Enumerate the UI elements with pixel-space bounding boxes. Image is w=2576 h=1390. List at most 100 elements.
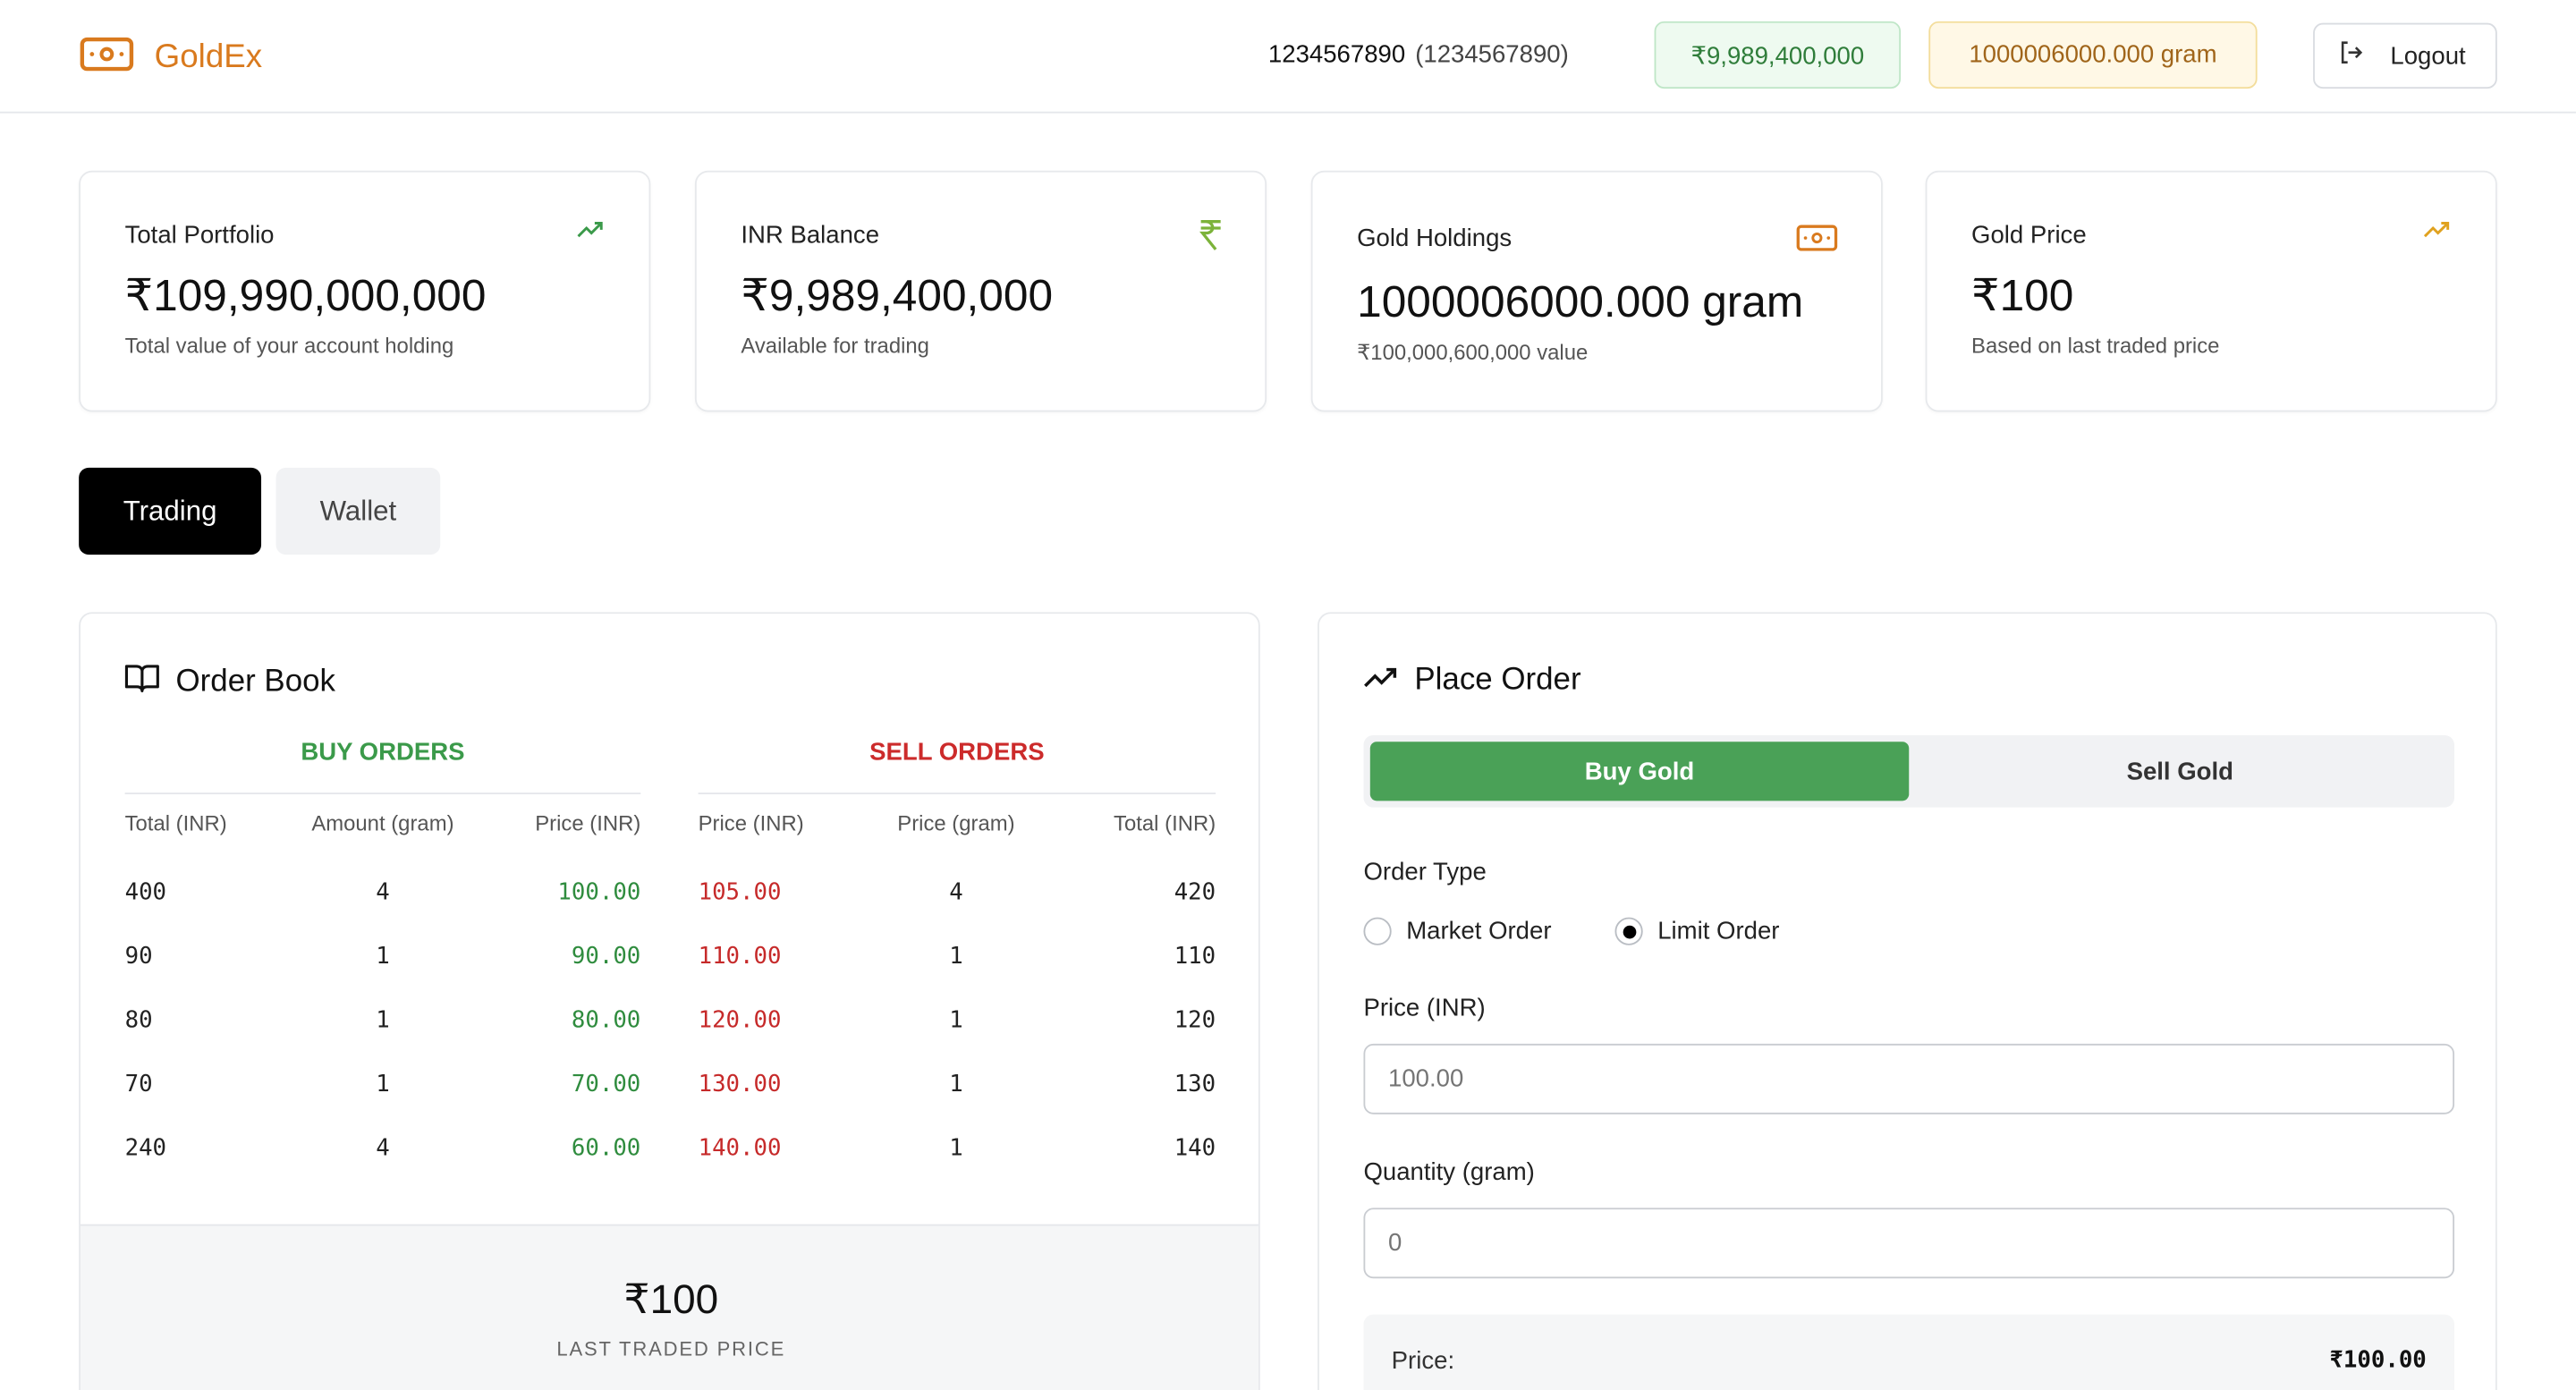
- radio-circle-selected: [1614, 917, 1643, 945]
- buy-amount: 1: [376, 943, 390, 970]
- buy-price: 70.00: [571, 1072, 641, 1098]
- quantity-label: Quantity (gram): [1363, 1158, 1535, 1187]
- price-input[interactable]: [1363, 1043, 2455, 1115]
- column-header: Price (gram): [897, 810, 1015, 835]
- sell-gold-button[interactable]: Sell Gold: [1912, 742, 2448, 801]
- buy-amount: 1: [376, 1007, 390, 1034]
- rupee-icon: [1199, 218, 1223, 259]
- sell-orders-heading: SELL ORDERS: [869, 738, 1045, 767]
- trending-up-icon: [577, 218, 606, 250]
- sell-price: 140.00: [698, 1135, 782, 1162]
- buy-price: 60.00: [571, 1135, 641, 1162]
- place-order-panel: Place Order Buy Gold Sell Gold Order Typ…: [1318, 612, 2497, 1390]
- quantity-input[interactable]: [1363, 1208, 2455, 1279]
- last-traded-price-label: LAST TRADED PRICE: [556, 1337, 786, 1360]
- card-subtitle: Based on last traded price: [1971, 333, 2220, 358]
- order-book-title: Order Book: [124, 663, 335, 702]
- card-subtitle: Total value of your account holding: [124, 333, 454, 358]
- sell-price: 130.00: [698, 1072, 782, 1098]
- sell-price: 105.00: [698, 879, 782, 906]
- card-title: INR Balance: [741, 221, 880, 250]
- column-header: Total (INR): [124, 810, 227, 835]
- sell-total: 140: [1174, 1135, 1216, 1162]
- buy-total: 90: [124, 943, 153, 970]
- limit-order-radio[interactable]: Limit Order: [1614, 917, 1780, 945]
- buy-price: 80.00: [571, 1007, 641, 1034]
- tab-wallet[interactable]: Wallet: [275, 467, 441, 555]
- price-label: Price (INR): [1363, 994, 1486, 1023]
- buy-total: 80: [124, 1007, 153, 1034]
- buy-amount: 4: [376, 1135, 390, 1162]
- card-value: ₹109,990,000,000: [124, 270, 487, 320]
- buy-orders-heading: BUY ORDERS: [301, 738, 465, 767]
- card-title: Gold Holdings: [1357, 225, 1513, 253]
- card-subtitle: Available for trading: [741, 333, 929, 358]
- divider: [698, 792, 1216, 794]
- logout-button[interactable]: Logout: [2313, 22, 2497, 89]
- brand[interactable]: GoldEx: [79, 33, 262, 84]
- market-order-radio[interactable]: Market Order: [1363, 917, 1552, 945]
- user-id: 1234567890: [1267, 40, 1406, 70]
- sell-total: 130: [1174, 1072, 1216, 1098]
- total-portfolio-card: Total Portfolio ₹109,990,000,000 Total v…: [79, 170, 651, 412]
- trending-up-icon: [1363, 663, 1398, 699]
- banknote-icon: [79, 33, 134, 84]
- buy-gold-button[interactable]: Buy Gold: [1369, 742, 1910, 801]
- sell-amount: 1: [949, 1135, 963, 1162]
- card-title: Gold Price: [1971, 221, 2087, 250]
- side-toggle: Buy Gold Sell Gold: [1363, 734, 2455, 808]
- order-book-title-text: Order Book: [175, 665, 335, 699]
- last-traded-price-box: ₹100 LAST TRADED PRICE: [80, 1224, 1258, 1390]
- brand-name: GoldEx: [154, 39, 263, 76]
- card-subtitle: ₹100,000,600,000 value: [1357, 339, 1589, 365]
- trending-up-icon: [2423, 218, 2453, 250]
- sell-price: 120.00: [698, 1007, 782, 1034]
- sell-total: 420: [1174, 879, 1216, 906]
- tab-trading[interactable]: Trading: [79, 467, 262, 555]
- card-value: 1000006000.000 gram: [1357, 277, 1804, 327]
- buy-amount: 4: [376, 879, 390, 906]
- gold-balance-badge: 1000006000.000 gram: [1928, 21, 2258, 89]
- sell-total: 120: [1174, 1007, 1216, 1034]
- limit-order-label: Limit Order: [1657, 917, 1780, 945]
- gold-price-card: Gold Price ₹100 Based on last traded pri…: [1925, 170, 2497, 412]
- card-value: ₹9,989,400,000: [741, 270, 1054, 320]
- column-header: Price (INR): [698, 810, 804, 835]
- sell-amount: 1: [949, 1072, 963, 1098]
- buy-amount: 1: [376, 1072, 390, 1098]
- divider: [124, 792, 641, 794]
- column-header: Amount (gram): [311, 810, 454, 835]
- card-title: Total Portfolio: [124, 221, 275, 250]
- last-traded-price-value: ₹100: [623, 1276, 719, 1323]
- sell-total: 110: [1174, 943, 1216, 970]
- place-order-title-text: Place Order: [1414, 663, 1581, 698]
- column-header: Total (INR): [1114, 810, 1216, 835]
- sell-price: 110.00: [698, 943, 782, 970]
- buy-price: 90.00: [571, 943, 641, 970]
- banknote-icon: [1796, 224, 1839, 261]
- buy-price: 100.00: [557, 879, 641, 906]
- buy-total: 240: [124, 1135, 167, 1162]
- logout-icon: [2338, 39, 2364, 72]
- market-order-label: Market Order: [1406, 917, 1552, 945]
- logout-label: Logout: [2390, 41, 2466, 70]
- place-order-title: Place Order: [1363, 663, 1581, 699]
- column-header: Price (INR): [535, 810, 641, 835]
- book-open-icon: [124, 663, 160, 702]
- summary-price-label: Price:: [1391, 1347, 1455, 1376]
- buy-total: 400: [124, 879, 167, 906]
- sell-amount: 1: [949, 1007, 963, 1034]
- order-summary: Price: ₹100.00: [1363, 1314, 2455, 1390]
- inr-balance-badge: ₹9,989,400,000: [1654, 21, 1902, 89]
- order-type-label: Order Type: [1363, 858, 1487, 886]
- card-value: ₹100: [1971, 270, 2074, 320]
- user-sub: (1234567890): [1415, 40, 1569, 70]
- buy-total: 70: [124, 1072, 153, 1098]
- sell-amount: 1: [949, 943, 963, 970]
- radio-circle: [1363, 917, 1392, 945]
- order-book-panel: Order Book BUY ORDERS SELL ORDERS Total …: [79, 612, 1260, 1390]
- summary-price-value: ₹100.00: [2329, 1347, 2427, 1374]
- top-bar: GoldEx 1234567890 (1234567890) ₹9,989,400…: [0, 0, 2576, 114]
- user-info: 1234567890 (1234567890): [1268, 41, 1569, 69]
- sell-amount: 4: [949, 879, 963, 906]
